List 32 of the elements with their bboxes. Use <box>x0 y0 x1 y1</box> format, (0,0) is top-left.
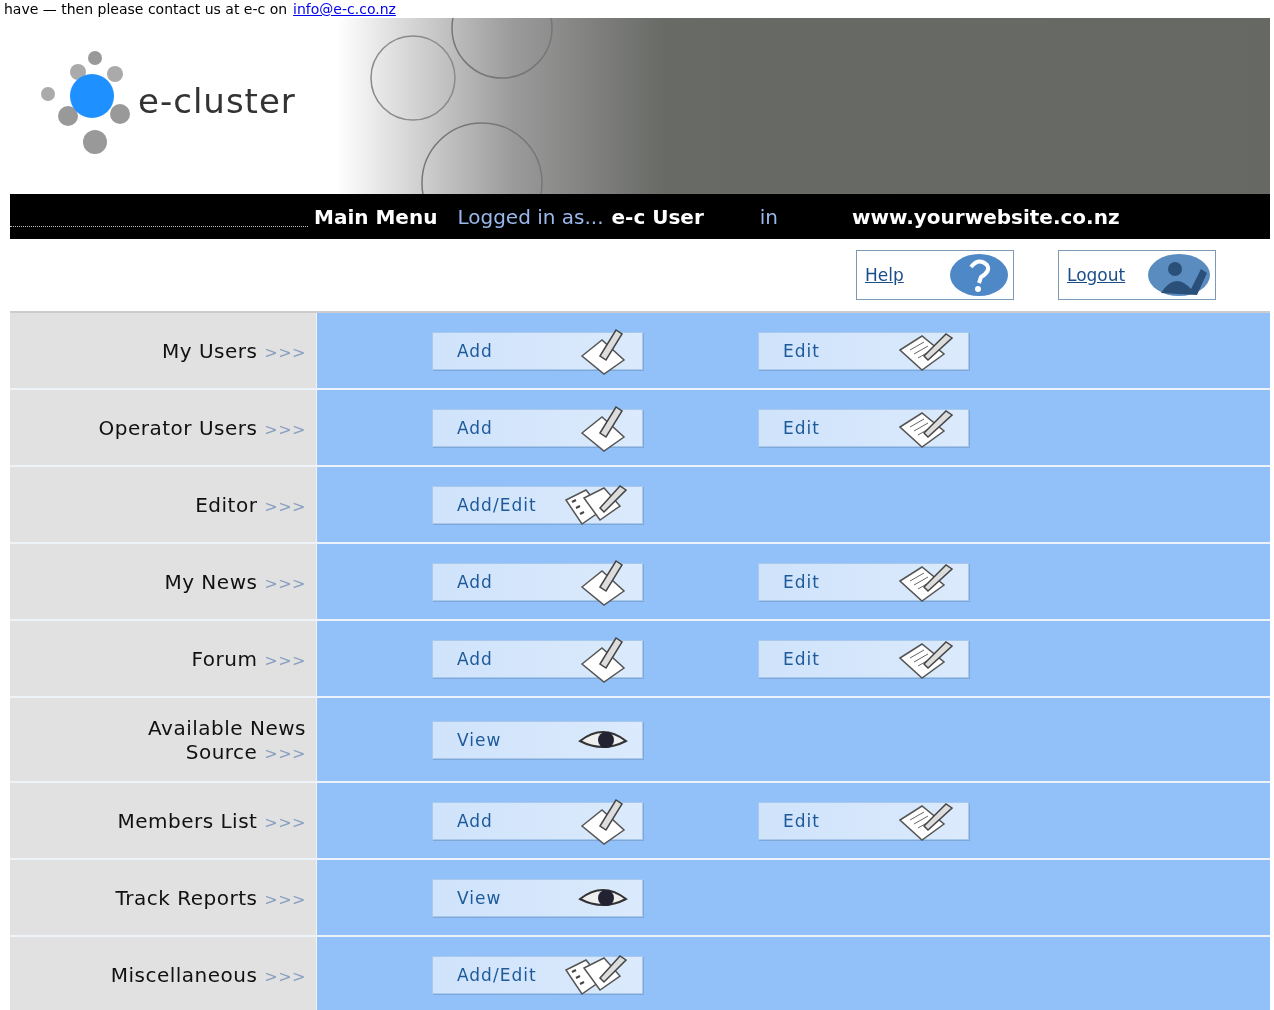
email-link[interactable]: info@e-c.co.nz <box>293 1 396 17</box>
addedit-button[interactable]: Add/Edit <box>432 955 643 994</box>
row-label: My Users >>> <box>161 338 306 363</box>
row-label: Miscellaneous >>> <box>110 962 306 987</box>
edit-button[interactable]: Edit <box>758 331 969 370</box>
main-menu-link[interactable]: Main Menu <box>314 204 438 229</box>
notes-icon <box>564 483 628 526</box>
row-label: Editor >>> <box>195 492 306 517</box>
row-label: My News >>> <box>164 569 306 594</box>
edit-button[interactable]: Edit <box>758 801 969 840</box>
view-button[interactable]: View <box>432 878 643 917</box>
row-label: Track Reports >>> <box>115 885 306 910</box>
row-label: Members List >>> <box>117 808 306 833</box>
help-button[interactable]: Help <box>856 250 1014 300</box>
row-label: Available News Source >>> <box>147 715 306 764</box>
addedit-button[interactable]: Add/Edit <box>432 485 643 524</box>
question-mark-icon <box>949 253 1009 297</box>
edit-button[interactable]: Edit <box>758 639 969 678</box>
view-button[interactable]: View <box>432 720 643 759</box>
in-label: in <box>759 204 779 229</box>
user-name: e-c User <box>611 204 704 229</box>
edit-button[interactable]: Edit <box>758 562 969 601</box>
logged-in-label: Logged in as... <box>457 204 604 229</box>
row-label: Forum >>> <box>191 646 306 671</box>
logout-button[interactable]: Logout <box>1058 250 1216 300</box>
site-name: www.yourwebsite.co.nz <box>852 204 1120 229</box>
notes-icon <box>564 953 628 996</box>
logo-text: e-cluster <box>138 81 296 121</box>
person-icon <box>1147 253 1211 297</box>
notice-text: have — then please contact us at e-c on <box>4 1 288 17</box>
edit-button[interactable]: Edit <box>758 408 969 447</box>
row-label: Operator Users >>> <box>98 415 306 440</box>
